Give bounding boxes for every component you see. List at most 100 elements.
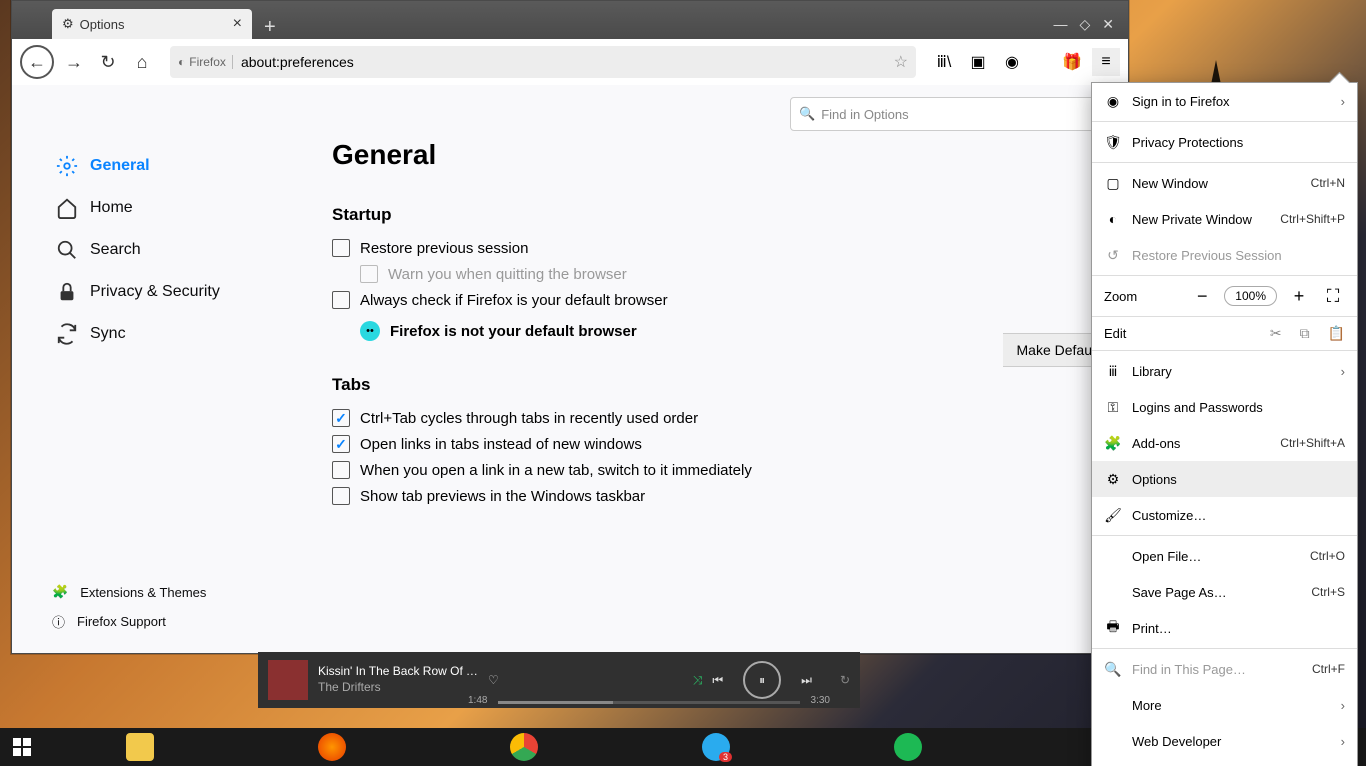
taskbar-spotify[interactable] [882,728,934,766]
zoom-in-button[interactable]: + [1287,284,1311,308]
forward-button[interactable]: → [60,48,88,76]
menu-whatsnew[interactable]: 🎁What's New› [1092,759,1357,766]
tab-option-0[interactable]: Ctrl+Tab cycles through tabs in recently… [332,409,1088,427]
menu-options[interactable]: ⚙Options [1092,461,1357,497]
sidebar-item-search[interactable]: Search [52,229,292,271]
gear-icon [56,155,78,177]
taskbar-telegram[interactable]: 3 [690,728,742,766]
whatsnew-button[interactable]: 🎁 [1058,48,1086,76]
menu-web-developer[interactable]: Web Developer› [1092,723,1357,759]
menu-zoom: Zoom − 100% + ⛶ [1092,278,1357,314]
zoom-level[interactable]: 100% [1224,286,1277,306]
menu-privacy[interactable]: 🛡Privacy Protections [1092,124,1357,160]
tab-option-1[interactable]: Open links in tabs instead of new window… [332,435,1088,453]
minimize-button[interactable]: — [1053,16,1067,33]
repeat-icon[interactable]: ↻ [840,673,850,687]
album-art[interactable] [268,660,308,700]
always-check-default-checkbox[interactable]: Always check if Firefox is your default … [332,291,1088,309]
menu-open-file[interactable]: Open File…Ctrl+O [1092,538,1357,574]
new-tab-button[interactable]: + [252,16,288,39]
menu-save-page[interactable]: Save Page As…Ctrl+S [1092,574,1357,610]
gear-icon: ⚙ [62,16,74,32]
app-menu-dropdown: ◉Sign in to Firefox› 🛡Privacy Protection… [1091,82,1358,766]
taskbar-firefox[interactable] [306,728,358,766]
menu-new-window[interactable]: ▢New WindowCtrl+N [1092,165,1357,201]
zoom-out-button[interactable]: − [1190,284,1214,308]
progress-bar[interactable] [498,701,800,704]
sidebar-button[interactable]: ▣ [964,48,992,76]
toolbar: ← → ↻ ⌂ ◐ Firefox ☆ ⅲ\ ▣ ◉ 🎁 ≡ [12,39,1128,86]
tabs-heading: Tabs [332,375,1088,395]
menu-logins[interactable]: ⚿Logins and Passwords [1092,389,1357,425]
taskbar-chrome[interactable] [498,728,550,766]
puzzle-icon: 🧩 [52,584,68,600]
search-icon: 🔍 [1104,661,1122,678]
sidebar-item-general[interactable]: General [52,145,292,187]
track-title[interactable]: Kissin' In The Back Row Of The Movies [318,664,478,680]
sync-icon [56,323,78,345]
sidebar-item-privacy[interactable]: Privacy & Security [52,271,292,313]
menu-library[interactable]: ⅲLibrary› [1092,353,1357,389]
menu-edit: Edit ✂ ⧉ 📋 [1092,319,1357,348]
sad-face-icon: •• [360,321,380,341]
start-button[interactable] [0,728,44,766]
taskbar-explorer[interactable] [114,728,166,766]
heart-icon[interactable]: ♡ [488,673,499,687]
firefox-window: ⚙ Options × + — ◇ ✕ ← → ↻ ⌂ ◐ Firefox [11,0,1129,654]
preferences-main: General Startup Restore previous session… [292,85,1128,653]
close-window-button[interactable]: ✕ [1102,16,1114,33]
home-button[interactable]: ⌂ [128,48,156,76]
sidebar-support[interactable]: ⓘ Firefox Support [52,606,206,637]
browser-tab[interactable]: ⚙ Options × [52,9,252,39]
home-icon [56,197,78,219]
prev-track-icon[interactable]: ⏮ [712,673,723,688]
tab-title: Options [80,17,125,32]
copy-icon[interactable]: ⧉ [1300,325,1310,342]
library-button[interactable]: ⅲ\ [930,48,958,76]
bookmark-star-icon[interactable]: ☆ [894,52,908,72]
menu-signin[interactable]: ◉Sign in to Firefox› [1092,83,1357,119]
next-track-icon[interactable]: ⏭ [801,673,812,688]
restore-session-checkbox[interactable]: Restore previous session [332,239,1088,257]
close-tab-icon[interactable]: × [233,15,242,33]
menu-customize[interactable]: 🖌Customize… [1092,497,1357,533]
menu-find[interactable]: 🔍Find in This Page…Ctrl+F [1092,651,1357,687]
reload-button[interactable]: ↻ [94,48,122,76]
key-icon: ⚿ [1104,399,1122,416]
shuffle-icon[interactable]: ⤨ [693,673,703,688]
track-artist[interactable]: The Drifters [318,680,478,696]
maximize-button[interactable]: ◇ [1079,16,1090,33]
search-icon [56,239,78,261]
menu-print[interactable]: 🖶Print… [1092,610,1357,646]
startup-heading: Startup [332,205,1088,225]
cut-icon[interactable]: ✂ [1270,325,1282,342]
back-button[interactable]: ← [20,45,54,79]
url-bar[interactable]: ◐ Firefox ☆ [170,46,916,78]
tab-option-2[interactable]: When you open a link in a new tab, switc… [332,461,1088,479]
sidebar-item-home[interactable]: Home [52,187,292,229]
paste-icon[interactable]: 📋 [1328,325,1345,342]
window-icon: ▢ [1104,175,1122,192]
tab-option-3[interactable]: Show tab previews in the Windows taskbar [332,487,1088,505]
identity-box[interactable]: ◐ Firefox [178,55,233,69]
preferences-sidebar: General Home Search Privacy & Security S… [12,85,292,653]
sidebar-extensions[interactable]: 🧩 Extensions & Themes [52,578,206,606]
sidebar-item-sync[interactable]: Sync [52,313,292,355]
fullscreen-button[interactable]: ⛶ [1321,284,1345,308]
account-button[interactable]: ◉ [998,48,1026,76]
menu-addons[interactable]: 🧩Add-onsCtrl+Shift+A [1092,425,1357,461]
url-input[interactable] [239,53,888,71]
page-heading: General [332,139,1088,171]
play-pause-button[interactable]: ⏸ [743,661,781,699]
gear-icon: ⚙ [1104,471,1122,488]
menu-new-private[interactable]: ◐New Private WindowCtrl+Shift+P [1092,201,1357,237]
brush-icon: 🖌 [1104,507,1122,524]
app-menu-button[interactable]: ≡ [1092,48,1120,76]
library-icon: ⅲ [1104,363,1122,380]
menu-restore-session: ↺Restore Previous Session [1092,237,1357,273]
menu-more[interactable]: More› [1092,687,1357,723]
print-icon: 🖶 [1104,616,1122,640]
restore-icon: ↺ [1104,247,1122,264]
lock-icon [56,281,78,303]
help-icon: ⓘ [52,612,65,631]
